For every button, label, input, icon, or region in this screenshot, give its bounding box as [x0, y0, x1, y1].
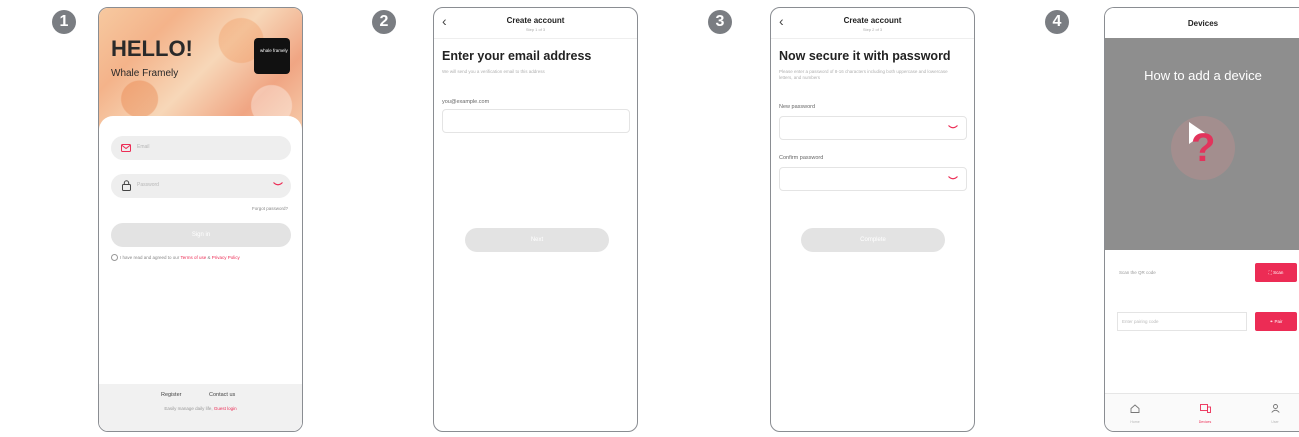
app-name: Whale Framely	[111, 68, 179, 79]
logo-text: whale framely	[260, 48, 288, 53]
email-input[interactable]: Email	[111, 136, 291, 160]
contact-link[interactable]: Contact us	[209, 392, 235, 398]
banner-title: How to add a device	[1144, 68, 1262, 83]
pair-button-label: Pair	[1274, 319, 1283, 324]
page-description: We will send you a verification email to…	[442, 69, 545, 74]
new-password-label: New password	[779, 104, 816, 110]
scan-qr-row: Scan the QR code ⛶ Scan	[1113, 258, 1299, 288]
eye-closed-icon[interactable]	[948, 125, 958, 130]
how-to-banner[interactable]: How to add a device ?	[1105, 38, 1299, 250]
navbar: Devices	[1105, 8, 1299, 39]
privacy-link[interactable]: Privacy Policy	[212, 255, 240, 260]
phone-login-screen: HELLO! Whale Framely whale framely Email…	[98, 7, 303, 432]
tab-bar: Home Devices User	[1105, 393, 1299, 431]
step-indicator: Step 2 of 3	[862, 27, 883, 32]
step-badge-4: 4	[1045, 10, 1069, 34]
password-placeholder: Password	[137, 182, 159, 188]
step-badge-2: 2	[372, 10, 396, 34]
terms-agreement: I have read and agreed to our Terms of u…	[111, 254, 297, 261]
agree-text: I have read and agreed to our	[120, 255, 181, 260]
user-icon	[1270, 404, 1280, 413]
tagline: Easily manage daily life, Guest login	[99, 406, 302, 411]
navbar: ‹ Create account Step 2 of 3	[771, 8, 974, 39]
email-field[interactable]	[442, 109, 630, 133]
eye-closed-icon[interactable]	[948, 176, 958, 181]
page-heading: Now secure it with password	[779, 49, 951, 63]
home-icon	[1130, 404, 1140, 413]
complete-button[interactable]: Complete	[801, 228, 945, 252]
nav-title: Create account	[843, 16, 902, 25]
greeting-title: HELLO!	[111, 36, 193, 61]
page-description: Please enter a password of 8-16 characte…	[779, 69, 948, 80]
help-illustration: ?	[1171, 116, 1235, 180]
lock-icon	[122, 180, 131, 191]
login-footer: Register Contact us Easily manage daily …	[99, 384, 302, 431]
agree-checkbox[interactable]	[111, 254, 118, 261]
nav-title: Create account	[506, 16, 565, 25]
confirm-password-label: Confirm password	[779, 155, 824, 161]
register-link[interactable]: Register	[161, 392, 181, 398]
phone-password-screen: ‹ Create account Step 2 of 3 Now secure …	[770, 7, 975, 432]
sign-in-button[interactable]: Sign in	[111, 223, 291, 247]
step-badge-1: 1	[52, 10, 76, 34]
tab-home[interactable]: Home	[1115, 400, 1155, 424]
scan-button-label: Scan	[1273, 270, 1284, 275]
envelope-icon	[121, 144, 131, 152]
phone-email-screen: ‹ Create account Step 1 of 3 Enter your …	[433, 7, 638, 432]
step-indicator: Step 1 of 3	[525, 27, 546, 32]
tab-devices[interactable]: Devices	[1185, 400, 1225, 424]
pair-button[interactable]: ⚭ Pair	[1255, 312, 1297, 331]
pairing-placeholder: Enter pairing code	[1122, 319, 1159, 324]
new-password-field[interactable]	[779, 116, 967, 140]
terms-link[interactable]: Terms of use	[180, 255, 206, 260]
question-mark-icon: ?	[1191, 126, 1216, 170]
step-badge-3: 3	[708, 10, 732, 34]
devices-icon	[1199, 404, 1211, 413]
navbar: ‹ Create account Step 1 of 3	[434, 8, 637, 39]
confirm-password-field[interactable]	[779, 167, 967, 191]
guest-login-link[interactable]: Guest login	[214, 406, 237, 411]
email-field-label: you@example.com	[442, 99, 490, 105]
pairing-row: Enter pairing code ⚭ Pair	[1113, 307, 1299, 337]
tab-user[interactable]: User	[1255, 400, 1295, 424]
password-input[interactable]: Password	[111, 174, 291, 198]
tab-label: Home	[1130, 420, 1140, 424]
tagline-text: Easily manage daily life,	[164, 406, 214, 411]
next-button[interactable]: Next	[465, 228, 609, 252]
scan-label: Scan the QR code	[1119, 270, 1156, 275]
tab-label: Devices	[1198, 420, 1212, 424]
brand-logo: whale framely	[254, 38, 290, 74]
scan-button[interactable]: ⛶ Scan	[1255, 263, 1297, 282]
forgot-password-link[interactable]: Forgot password?	[252, 206, 288, 211]
tab-label: User	[1271, 420, 1279, 424]
page-heading: Enter your email address	[442, 49, 592, 63]
phone-devices-screen: Devices How to add a device ? Scan the Q…	[1104, 7, 1299, 432]
pairing-code-input[interactable]: Enter pairing code	[1117, 312, 1247, 331]
eye-closed-icon[interactable]	[273, 182, 283, 187]
nav-title: Devices	[1187, 19, 1219, 28]
email-placeholder: Email	[137, 144, 150, 150]
